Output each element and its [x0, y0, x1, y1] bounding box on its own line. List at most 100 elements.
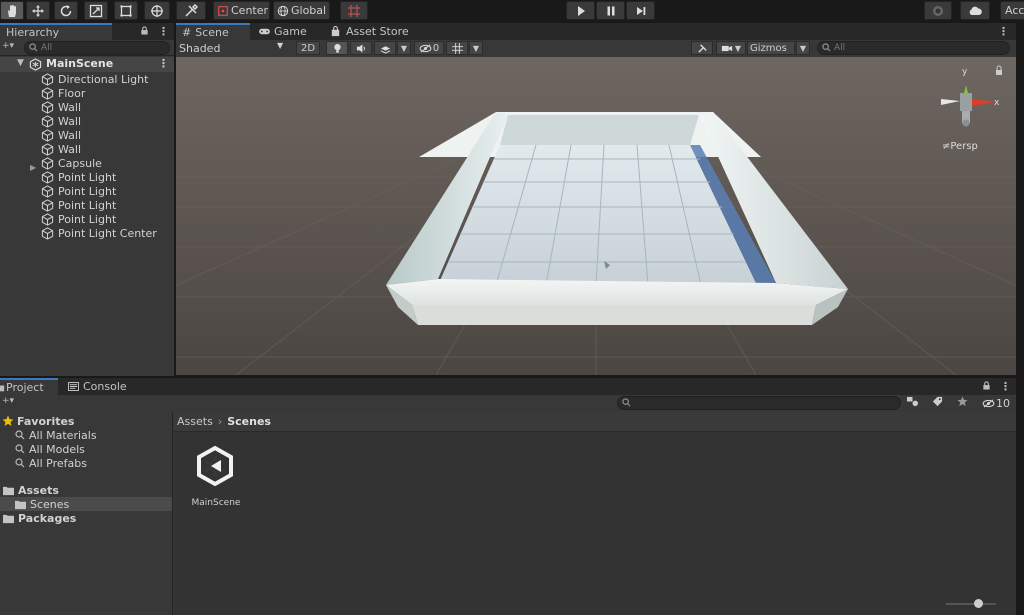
pivot-icon: [218, 5, 228, 16]
project-search-input[interactable]: [617, 396, 901, 410]
expand-arrow-icon[interactable]: ▼: [17, 58, 24, 68]
hierarchy-item[interactable]: Point Light: [0, 212, 174, 226]
tab-scene[interactable]: # Scene: [176, 23, 250, 40]
scene-header-row[interactable]: ▼ MainScene ⋮: [0, 57, 174, 72]
camera-settings-dropdown[interactable]: ▼: [716, 41, 746, 55]
hierarchy-tabbar: Hierarchy ⋮: [0, 23, 174, 40]
favorites-header[interactable]: Favorites: [0, 414, 172, 428]
slider-thumb[interactable]: [974, 599, 983, 608]
hierarchy-search-input[interactable]: All: [24, 41, 170, 55]
scene-viewport[interactable]: y x ≠Persp: [176, 57, 1016, 375]
breadcrumb: Assets › Scenes: [174, 412, 1016, 432]
gizmos-button[interactable]: Gizmos: [747, 41, 795, 55]
icon-size-slider[interactable]: [946, 599, 996, 608]
effects-dropdown[interactable]: ▼: [397, 41, 411, 55]
collab-icon: [933, 5, 943, 16]
folder-open-icon: [3, 486, 14, 495]
favorite-item-label: All Prefabs: [29, 456, 87, 470]
transform-tool-button[interactable]: [144, 1, 170, 20]
label-tag-icon: [932, 396, 943, 407]
packages-label: Packages: [18, 511, 77, 525]
hierarchy-item-label: Wall: [58, 100, 82, 114]
scale-tool-button[interactable]: [84, 1, 108, 20]
toggle-2d-button[interactable]: 2D: [296, 41, 320, 55]
grid-dropdown[interactable]: ▼: [469, 41, 483, 55]
lighting-toggle[interactable]: [326, 41, 348, 55]
step-icon: [636, 6, 645, 15]
collab-button[interactable]: [924, 1, 952, 20]
custom-tool-button[interactable]: [176, 1, 206, 20]
hidden-packages-count: 10: [996, 397, 1010, 410]
favorite-item[interactable]: All Models: [0, 442, 172, 456]
hand-tool-button[interactable]: [0, 1, 24, 20]
perspective-label[interactable]: ≠Persp: [942, 141, 978, 152]
audio-toggle[interactable]: [350, 41, 372, 55]
account-dropdown[interactable]: Acc: [1000, 1, 1024, 20]
scenes-folder[interactable]: Scenes: [0, 497, 172, 511]
breadcrumb-scenes[interactable]: Scenes: [227, 415, 271, 428]
gizmo-y-label: y: [962, 67, 968, 77]
hierarchy-item[interactable]: Point Light Center: [0, 226, 174, 240]
move-tool-button[interactable]: [26, 1, 50, 20]
rotate-tool-button[interactable]: [54, 1, 78, 20]
tab-game[interactable]: Game: [252, 23, 322, 40]
eye-slash-icon: [419, 44, 432, 52]
pivot-global-label: Global: [291, 4, 327, 17]
gameobject-cube-icon: [41, 114, 54, 128]
tab-project[interactable]: Project: [0, 378, 58, 395]
tab-scene-label: Scene: [195, 26, 229, 39]
hierarchy-item[interactable]: Directional Light: [0, 72, 174, 86]
effects-toggle[interactable]: [374, 41, 396, 55]
gizmo-x-label: x: [994, 98, 1000, 108]
hidden-packages-toggle[interactable]: 10: [982, 396, 1014, 411]
project-menu-icon[interactable]: ⋮: [1000, 380, 1011, 393]
step-button[interactable]: [626, 1, 655, 20]
search-by-label-button[interactable]: [932, 396, 952, 411]
scene-menu-icon[interactable]: ⋮: [158, 57, 169, 70]
shading-mode-dropdown[interactable]: Shaded ▼: [176, 41, 288, 56]
scene-menu-icon[interactable]: ⋮: [998, 25, 1009, 38]
rect-tool-button[interactable]: [114, 1, 138, 20]
project-create-dropdown[interactable]: +▾: [2, 396, 14, 406]
hierarchy-item[interactable]: Point Light: [0, 184, 174, 198]
hierarchy-item[interactable]: ▶ Capsule: [0, 156, 174, 173]
hierarchy-item[interactable]: Point Light: [0, 198, 174, 212]
grid-snapping-button[interactable]: [340, 1, 368, 20]
hierarchy-item[interactable]: Wall: [0, 128, 174, 142]
favorite-item[interactable]: All Materials: [0, 428, 172, 442]
favorites-star-button[interactable]: [957, 396, 977, 411]
grid-toggle[interactable]: [446, 41, 468, 55]
hierarchy-item[interactable]: Wall: [0, 114, 174, 128]
search-icon: [15, 458, 25, 468]
hierarchy-item[interactable]: Wall: [0, 100, 174, 114]
create-dropdown[interactable]: +▾: [2, 41, 14, 51]
hierarchy-item[interactable]: Wall: [0, 142, 174, 156]
hierarchy-item[interactable]: Floor: [0, 86, 174, 100]
tab-asset-store[interactable]: Asset Store: [324, 23, 414, 40]
scene-search-input[interactable]: All: [817, 41, 1010, 55]
pause-button[interactable]: [596, 1, 625, 20]
breadcrumb-assets[interactable]: Assets: [177, 415, 213, 428]
hidden-objects-toggle[interactable]: 0: [414, 41, 444, 55]
cloud-button[interactable]: [960, 1, 990, 20]
gizmos-dropdown[interactable]: ▼: [796, 41, 810, 55]
assets-folder[interactable]: Assets: [0, 483, 172, 497]
play-button[interactable]: [566, 1, 595, 20]
tab-hierarchy[interactable]: Hierarchy: [0, 23, 112, 40]
scene-tools-button[interactable]: [691, 41, 713, 55]
pause-icon: [607, 6, 614, 15]
hierarchy-menu-icon[interactable]: ⋮: [158, 25, 169, 38]
lock-icon[interactable]: [140, 25, 149, 38]
search-by-type-button[interactable]: [906, 396, 926, 411]
project-lock-icon[interactable]: [982, 380, 991, 393]
pivot-rotation-toggle[interactable]: Global: [273, 1, 330, 20]
hierarchy-item-label: Point Light Center: [58, 226, 157, 240]
hierarchy-item[interactable]: Point Light: [0, 170, 174, 184]
pivot-center-toggle[interactable]: Center: [213, 1, 270, 20]
favorite-item[interactable]: All Prefabs: [0, 456, 172, 470]
packages-folder[interactable]: Packages: [0, 511, 172, 525]
tab-console[interactable]: Console: [62, 378, 134, 395]
hierarchy-toolbar: +▾ All: [0, 40, 174, 56]
dropdown-arrow-icon: ▼: [277, 41, 284, 50]
asset-tile-mainscene[interactable]: MainScene: [186, 440, 246, 508]
